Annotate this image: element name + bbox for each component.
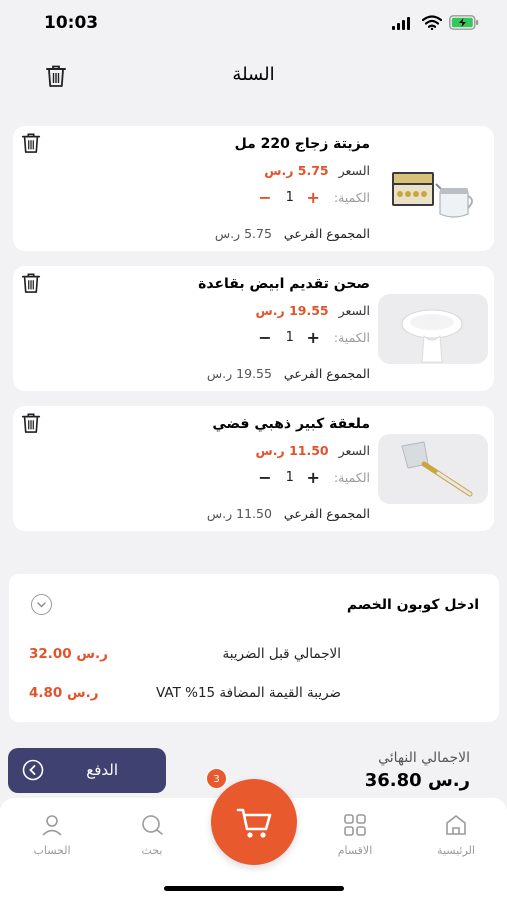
cellular-signal-icon [392,17,410,30]
increase-quantity-button[interactable]: + [306,468,319,487]
chevron-down-icon [37,602,46,608]
decrease-quantity-button[interactable]: − [258,328,271,347]
tab-label: الرئيسية [437,844,475,857]
quantity-label: الكمية: [333,470,370,485]
cart-icon [236,808,272,838]
product-image[interactable] [378,434,488,504]
trash-icon[interactable] [21,412,41,434]
subtotal-row: المجموع الفرعي 19.55 ر.س [207,366,370,381]
grand-total-value: 36.80 ر.س [364,770,470,791]
grand-total-label: الاجمالي النهائي [378,750,470,766]
vat-label: ضريبة القيمة المضافة 15% VAT [156,685,341,701]
chevron-left-circle-icon [22,759,44,781]
item-title: صحن تقديم ابيض بقاعدة [198,276,370,292]
tab-home[interactable]: الرئيسية [416,812,496,857]
cart-fab-button[interactable] [211,779,297,865]
price-label: السعر [338,303,370,318]
person-icon [42,815,62,836]
status-bar: 10:03 [0,0,507,50]
trash-icon[interactable] [21,132,41,154]
home-indicator [164,886,344,891]
price-value: 11.50 ر.س [255,443,329,458]
subtotal-label: المجموع الفرعي [283,366,370,381]
cart-item: مزيتة زجاج 220 مل السعر 5.75 ر.س الكمية:… [13,126,494,251]
quantity-stepper: الكمية: + 1 − [258,188,370,207]
price-row: السعر 5.75 ر.س [264,163,370,178]
cart-count-badge: 3 [206,768,227,789]
cart-item: صحن تقديم ابيض بقاعدة السعر 19.55 ر.س ال… [13,266,494,391]
item-title: ملعقة كبير ذهبي فضي [212,416,370,432]
pay-button[interactable]: الدفع [8,748,166,793]
vat-value: 4.80 ر.س [29,685,99,701]
quantity-stepper: الكمية: + 1 − [258,328,370,347]
tab-label: بحث [141,844,163,857]
price-row: السعر 19.55 ر.س [256,303,370,318]
tab-label: الاقسام [337,844,373,857]
vat-row: 4.80 ر.س ضريبة القيمة المضافة 15% VAT [29,685,341,701]
tab-account[interactable]: الحساب [12,812,92,857]
price-label: السعر [338,443,370,458]
quantity-value: 1 [285,330,294,345]
tab-label: الحساب [33,844,71,857]
page-title: السلة [232,64,275,85]
battery-charging-icon [449,15,479,30]
serving-plate-image [401,309,463,363]
header: السلة [0,55,507,99]
grid-icon [344,814,366,836]
price-row: السعر 11.50 ر.س [256,443,370,458]
coupon-expand-button[interactable] [31,594,52,615]
quantity-value: 1 [285,470,294,485]
tab-search[interactable]: بحث [112,812,192,857]
subtotal-row: المجموع الفرعي 5.75 ر.س [215,226,370,241]
coupon-label[interactable]: ادخل كوبون الخصم [347,597,479,613]
oil-dispenser-image [392,172,473,218]
price-value: 19.55 ر.س [255,303,329,318]
pretax-total-label: الاجمالي قبل الضريبة [222,646,341,662]
quantity-label: الكمية: [333,190,370,205]
pretax-total-value: 32.00 ر.س [29,646,108,662]
wifi-icon [422,15,442,30]
product-image[interactable] [378,294,488,364]
price-label: السعر [338,163,370,178]
order-summary: ادخل كوبون الخصم 32.00 ر.س الاجمالي قبل … [9,574,499,722]
quantity-value: 1 [285,190,294,205]
subtotal-value: 19.55 ر.س [206,366,272,381]
serving-spoon-image [401,441,473,497]
increase-quantity-button[interactable]: + [306,328,319,347]
subtotal-row: المجموع الفرعي 11.50 ر.س [207,506,370,521]
item-title: مزيتة زجاج 220 مل [234,136,370,152]
subtotal-label: المجموع الفرعي [283,226,370,241]
subtotal-value: 5.75 ر.س [214,226,272,241]
price-value: 5.75 ر.س [264,163,329,178]
pretax-total-row: 32.00 ر.س الاجمالي قبل الضريبة [29,646,341,662]
subtotal-label: المجموع الفرعي [283,506,370,521]
pay-button-label: الدفع [86,761,118,779]
quantity-label: الكمية: [333,330,370,345]
cart-item: ملعقة كبير ذهبي فضي السعر 11.50 ر.س الكم… [13,406,494,531]
status-time: 10:03 [44,13,99,33]
decrease-quantity-button[interactable]: − [258,468,271,487]
subtotal-value: 11.50 ر.س [206,506,272,521]
home-icon [446,815,466,835]
increase-quantity-button[interactable]: + [306,188,319,207]
product-image[interactable] [378,154,488,224]
decrease-quantity-button[interactable]: − [258,188,271,207]
search-icon [142,815,163,835]
trash-icon[interactable] [21,272,41,294]
quantity-stepper: الكمية: + 1 − [258,468,370,487]
tab-categories[interactable]: الاقسام [315,812,395,857]
